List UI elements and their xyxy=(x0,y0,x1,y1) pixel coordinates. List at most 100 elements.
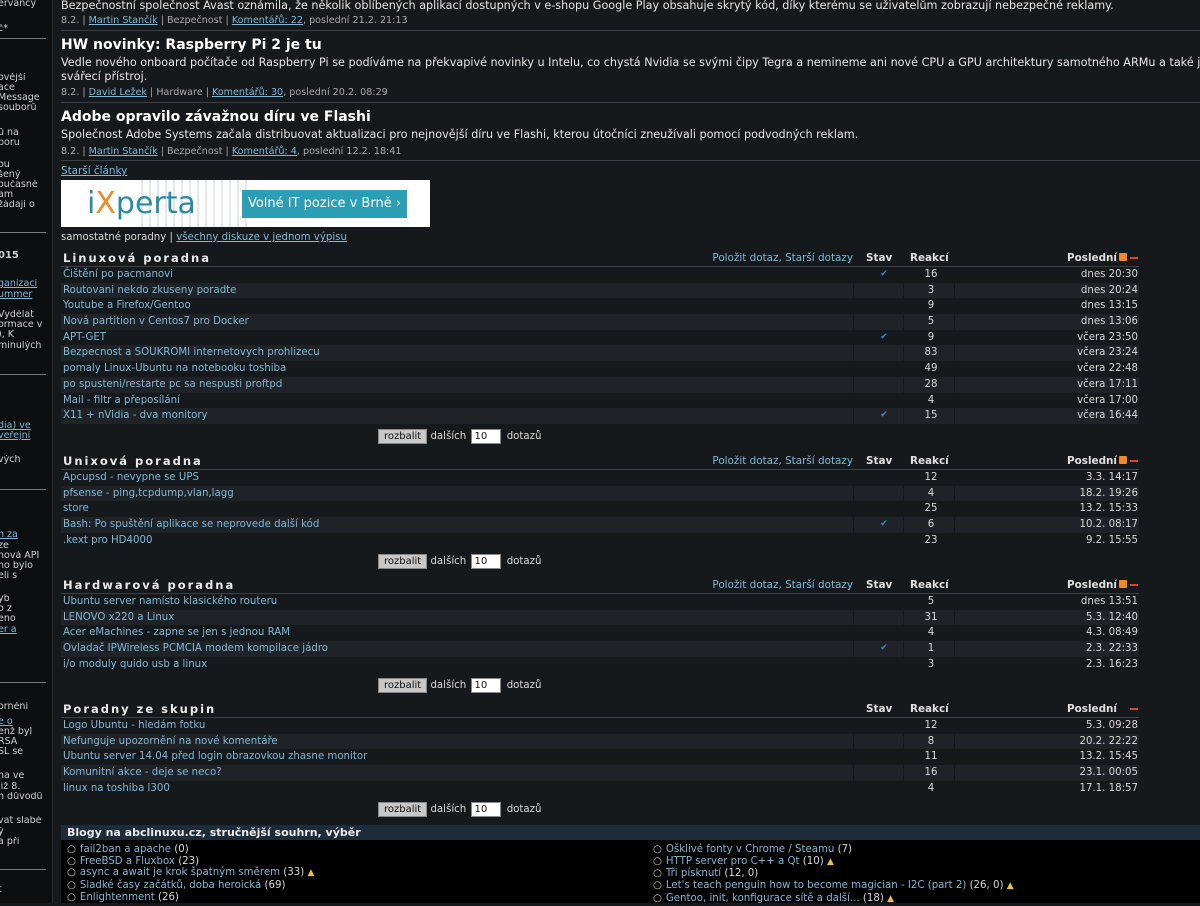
reply-count: 9 xyxy=(927,300,935,312)
forum-title[interactable]: Hardwarová poradna xyxy=(63,578,235,592)
comments-link[interactable]: Komentářů: 4 xyxy=(232,146,297,157)
question-link[interactable]: Youtube a Firefox/Gentoo xyxy=(63,298,191,314)
count-input[interactable]: 10 xyxy=(471,429,502,444)
sidebar-text: ormace v xyxy=(0,320,43,330)
question-link[interactable]: Bezpecnost a SOUKROMI internetovych proh… xyxy=(63,345,320,361)
question-link[interactable]: Čištění po pacmanovi xyxy=(63,267,173,283)
rss-icon[interactable] xyxy=(1119,253,1127,261)
blog-link[interactable]: HTTP server pro C++ a Qt xyxy=(666,856,800,867)
collapse-icon[interactable] xyxy=(1130,257,1138,259)
count-input[interactable]: 10 xyxy=(471,801,502,817)
forum-actions-link[interactable]: Položit dotaz, Starší dotazy xyxy=(712,252,853,264)
question-link[interactable]: X11 + nVidia - dva monitory xyxy=(63,408,208,424)
question-link[interactable]: pfsense - ping,tcpdump,vlan,lagg xyxy=(63,486,234,502)
older-articles-link[interactable]: Starší články xyxy=(61,165,127,177)
forum-title[interactable]: Poradny ze skupin xyxy=(63,702,216,716)
question-link[interactable]: .kext pro HD4000 xyxy=(63,533,152,549)
sidebar-divider xyxy=(0,489,46,490)
question-link[interactable]: Ovladač IPWireless PCMCIA modem kompilac… xyxy=(63,641,328,657)
ad-banner[interactable]: iXperta Volné IT pozice v Brně › xyxy=(61,180,430,227)
expand-button[interactable]: rozbalit xyxy=(378,553,428,569)
reply-count: 4 xyxy=(927,487,935,499)
question-link[interactable]: APT-GET xyxy=(63,330,106,346)
tux-icon: ▲ xyxy=(307,868,315,879)
question-link[interactable]: Acer eMachines - zapne se jen s jednou R… xyxy=(63,625,290,641)
question-link[interactable]: LENOVO x220 a Linux xyxy=(63,610,174,626)
question-link[interactable]: Apcupsd - nevypne se UPS xyxy=(63,470,199,486)
blog-link[interactable]: Ošklivé fonty v Chrome / Steamu xyxy=(666,844,834,855)
forum-expand-controls: rozbalit dalších 10 dotazů xyxy=(378,553,541,569)
table-row: Mail - filtr a přeposílání 4 včera 17:00 xyxy=(61,392,1139,409)
question-link[interactable]: po spusteni/restarte pc sa nespusti prof… xyxy=(63,377,282,393)
forum-actions-link[interactable]: Položit dotaz, Starší dotazy xyxy=(712,579,853,591)
author-link[interactable]: Martin Stančík xyxy=(89,15,158,26)
sidebar-link[interactable]: er a xyxy=(0,625,52,635)
blog-link[interactable]: fail2ban a apache xyxy=(80,844,171,855)
banner-button[interactable]: Volné IT pozice v Brně › xyxy=(242,190,407,218)
sidebar-link[interactable]: n za xyxy=(0,530,52,540)
question-link[interactable]: Ubuntu server namísto klasického routeru xyxy=(63,594,277,610)
blog-link[interactable]: Enlightenment xyxy=(80,892,155,903)
forum-section: Linuxová poradna Položit dotaz, Starší do… xyxy=(61,251,1139,444)
blog-link[interactable]: Sladké časy začátků, doba heroická xyxy=(80,880,261,891)
forum-title[interactable]: Unixová poradna xyxy=(63,454,203,468)
reply-count: 49 xyxy=(924,363,938,375)
comments-link[interactable]: Komentářů: 30 xyxy=(212,87,283,98)
collapse-icon[interactable] xyxy=(1130,584,1138,586)
expand-button[interactable]: rozbalit xyxy=(378,677,428,693)
sidebar-link[interactable]: ummer xyxy=(0,290,52,300)
sidebar-text: SL se xyxy=(0,747,24,757)
question-link[interactable]: Bash: Po spuštění aplikace se neprovede … xyxy=(63,517,319,533)
tux-icon: ▲ xyxy=(1006,881,1014,892)
sidebar-link[interactable]: ganizací xyxy=(0,279,52,289)
sidebar-text: nová API xyxy=(0,551,40,561)
blog-link[interactable]: Tři písknutí xyxy=(666,868,721,879)
question-link[interactable]: Routovani nekdo zkuseny poradte xyxy=(63,283,236,299)
blog-link[interactable]: Let's teach penguin how to become magici… xyxy=(666,880,966,891)
blog-link[interactable]: async a await je krok špatným směrem xyxy=(80,867,280,878)
table-row: Bash: Po spuštění aplikace se neprovede … xyxy=(61,517,1139,533)
rss-icon[interactable] xyxy=(1119,580,1127,588)
forum-title[interactable]: Linuxová poradna xyxy=(63,251,211,265)
blog-link[interactable]: Gentoo, init, konfigurace sítě a další..… xyxy=(666,893,860,904)
last-post: 18.2. 19:26 xyxy=(1079,487,1138,499)
article-title[interactable]: HW novinky: Raspberry Pi 2 je tu xyxy=(61,36,322,54)
question-link[interactable]: Komunitní akce - deje se neco? xyxy=(63,765,222,781)
sidebar-text: vat slabé xyxy=(0,816,42,826)
question-link[interactable]: Mail - filtr a přeposílání xyxy=(63,393,180,409)
question-link[interactable]: Ubuntu server 14.04 před login obrazovko… xyxy=(63,749,367,765)
question-link[interactable]: linux na toshiba l300 xyxy=(63,781,170,797)
article-perex: svářecí přístroj. xyxy=(61,70,148,83)
comments-link[interactable]: Komentářů: 22 xyxy=(232,15,303,26)
collapse-icon[interactable] xyxy=(1130,708,1138,710)
sidebar-text: ), K xyxy=(0,330,14,340)
forum-actions-link[interactable]: Položit dotaz, Starší dotazy xyxy=(712,455,853,467)
sidebar-text: i xyxy=(0,300,52,310)
blog-link[interactable]: FreeBSD a Fluxbox xyxy=(80,856,175,867)
author-link[interactable]: Martin Stančík xyxy=(89,146,158,157)
sidebar-link[interactable]: veřejní xyxy=(0,431,52,441)
sidebar-link[interactable]: e o xyxy=(0,717,52,727)
table-row: LENOVO x220 a Linux 31 5.3. 12:40 xyxy=(61,609,1139,626)
forum-expand-controls: rozbalit dalších 10 dotazů xyxy=(378,429,541,444)
author-link[interactable]: David Ležek xyxy=(89,87,147,98)
question-link[interactable]: pomaly Linux-Ubuntu na notebooku toshiba xyxy=(63,361,286,377)
count-input[interactable]: 10 xyxy=(471,677,502,693)
expand-button[interactable]: rozbalit xyxy=(378,429,428,444)
question-link[interactable]: i/o moduly quido usb a linux xyxy=(63,657,207,673)
question-link[interactable]: Nová partition v Centos7 pro Docker xyxy=(63,314,249,330)
last-post: 10.2. 08:17 xyxy=(1079,519,1138,531)
collapse-icon[interactable] xyxy=(1130,460,1138,462)
rss-icon[interactable] xyxy=(1119,456,1127,464)
last-post: 13.2. 15:45 xyxy=(1079,751,1138,763)
sidebar-divider xyxy=(0,38,46,39)
expand-button[interactable]: rozbalit xyxy=(378,801,428,817)
question-link[interactable]: Logo Ubuntu - hledám fotku xyxy=(63,718,205,734)
question-link[interactable]: Nefunguje upozornění na nové komentáře xyxy=(63,734,278,750)
sidebar-link[interactable]: dia) ve xyxy=(0,421,52,431)
all-discussions-link[interactable]: všechny diskuze v jednom výpisu xyxy=(176,232,347,243)
article-title[interactable]: Adobe opravilo závažnou díru ve Flashi xyxy=(61,108,371,126)
question-link[interactable]: store xyxy=(63,501,89,517)
reply-count: 16 xyxy=(924,269,938,280)
count-input[interactable]: 10 xyxy=(471,553,502,569)
